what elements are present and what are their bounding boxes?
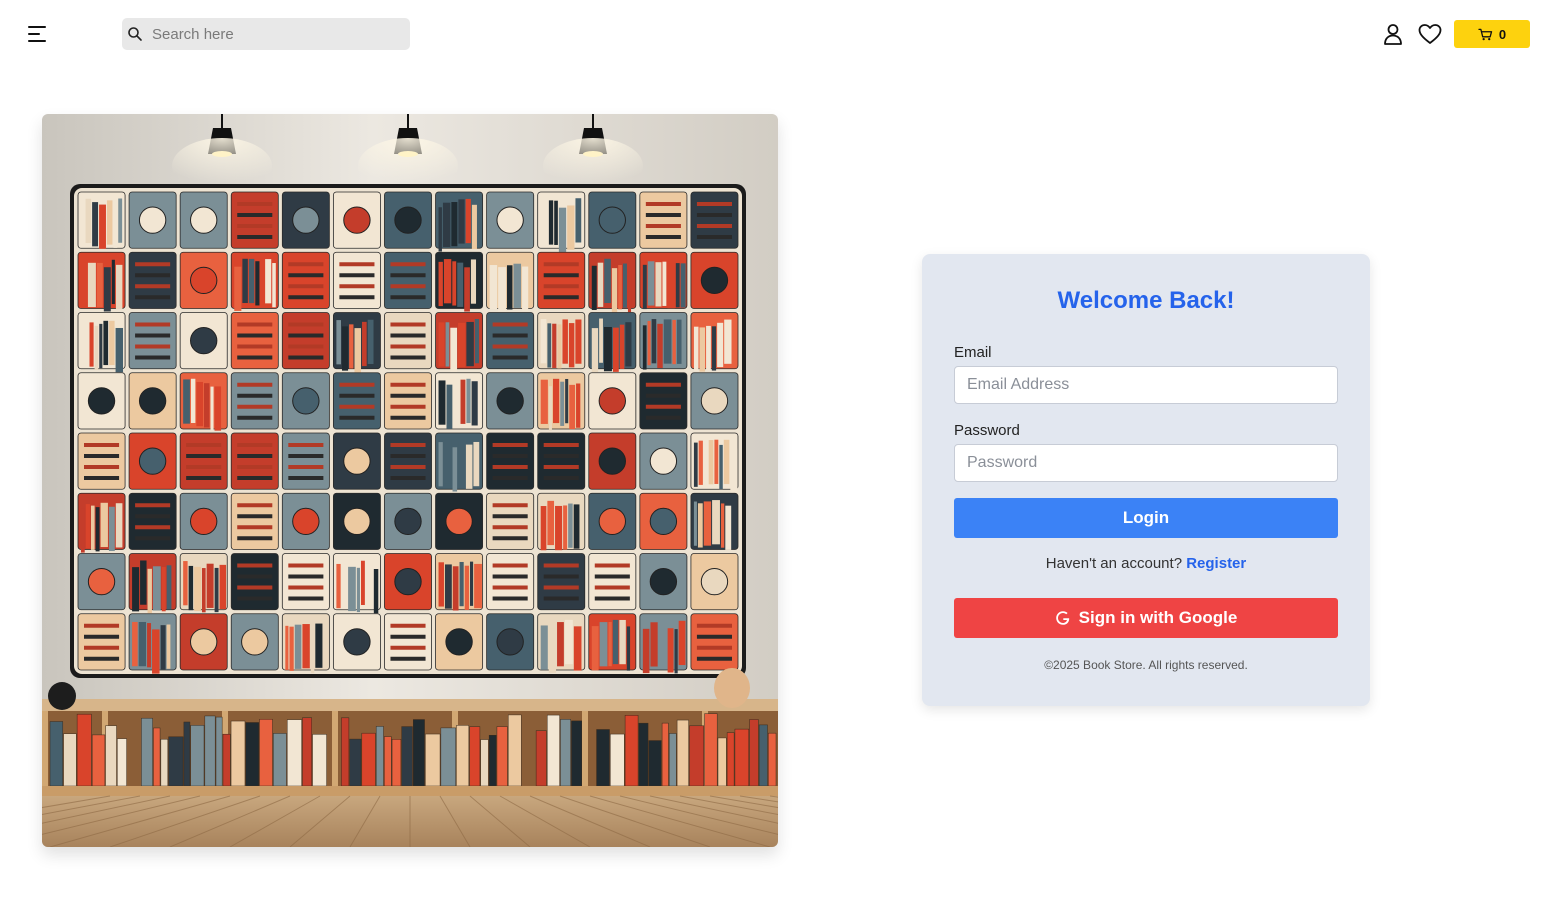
menu-icon[interactable]: [26, 24, 50, 44]
login-card: Welcome Back! Email Password Login Haven…: [922, 254, 1370, 706]
search-input[interactable]: [152, 18, 402, 50]
user-icon[interactable]: [1381, 22, 1405, 46]
top-navbar: 0: [0, 0, 1550, 68]
email-field[interactable]: [954, 366, 1338, 404]
heart-icon[interactable]: [1417, 22, 1443, 46]
bookstore-hero-image: [42, 114, 778, 847]
cart-icon: [1478, 28, 1493, 40]
search-bar: [122, 18, 410, 50]
login-title: Welcome Back!: [1057, 287, 1235, 314]
password-label: Password: [954, 422, 1020, 439]
copyright-text: ©2025 Book Store. All rights reserved.: [1044, 658, 1248, 672]
password-field[interactable]: [954, 444, 1338, 482]
email-label: Email: [954, 344, 992, 361]
login-button[interactable]: Login: [954, 498, 1338, 538]
google-icon: [1055, 611, 1069, 625]
register-link[interactable]: Register: [1186, 555, 1246, 572]
register-prompt-line: Haven't an account? Register: [922, 555, 1370, 572]
search-icon: [128, 27, 142, 41]
register-prompt: Haven't an account?: [1045, 555, 1183, 572]
cart-count: 0: [1498, 26, 1507, 42]
google-signin-button[interactable]: Sign in with Google: [954, 598, 1338, 638]
cart-button[interactable]: 0: [1454, 20, 1530, 48]
google-signin-label: Sign in with Google: [1078, 608, 1238, 627]
